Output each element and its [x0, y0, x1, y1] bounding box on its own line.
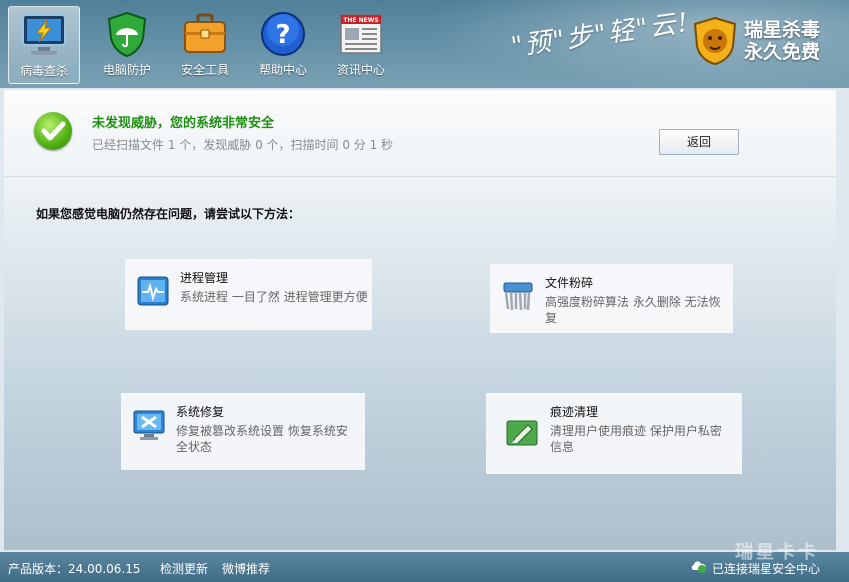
nav-item-security-tools[interactable]: 安全工具 [166, 6, 244, 82]
version-label: 产品版本：24.00.06.15 [8, 562, 141, 576]
tool-file-shredder[interactable]: 文件粉碎 高强度粉碎算法 永久删除 无法恢复 [490, 264, 733, 333]
tool-name: 痕迹清理 [550, 405, 599, 419]
scan-summary: 已经扫描文件 1 个，发现威胁 0 个，扫描时间 0 分 1 秒 [92, 138, 394, 152]
toolbox-icon [181, 10, 229, 58]
brand-logo: 瑞星杀毒 永久免费 [692, 16, 820, 66]
help-question-icon: ? [259, 10, 307, 58]
back-button[interactable]: 返回 [659, 129, 739, 155]
tool-name: 系统修复 [176, 405, 225, 419]
watermark-text: 瑞星卡卡 [735, 542, 819, 563]
nav-label: 资讯中心 [336, 63, 385, 77]
shield-umbrella-icon [103, 10, 151, 58]
brand-line2: 永久免费 [744, 41, 821, 63]
nav-item-news-center[interactable]: THE NEWS 资讯中心 [322, 6, 400, 82]
tool-description: 修复被篡改系统设置 恢复系统安全状态 [176, 424, 348, 454]
trace-cleaner-icon [506, 417, 538, 449]
status-footer: 产品版本：24.00.06.15 检测更新 微博推荐 已连接瑞星安全中心 瑞星卡… [0, 542, 849, 582]
check-icon [34, 112, 72, 150]
tool-description: 清理用户使用痕迹 保护用户私密信息 [550, 424, 722, 454]
news-badge-text: THE NEWS [343, 17, 378, 24]
nav-label: 安全工具 [180, 63, 229, 77]
suggestion-area: 如果您感觉电脑仍然存在问题，请尝试以下方法： 进程管理 系统进程 一目了然 进程… [4, 177, 836, 550]
tool-name: 文件粉碎 [545, 276, 594, 290]
tool-system-repair[interactable]: 系统修复 修复被篡改系统设置 恢复系统安全状态 [121, 393, 365, 470]
system-repair-icon [133, 409, 165, 441]
main-nav: 病毒查杀 电脑防护 安全工具 ? 帮助中心 THE NEWS 资讯中心 [8, 6, 400, 84]
tool-process-manager[interactable]: 进程管理 系统进程 一目了然 进程管理更方便 [125, 259, 372, 330]
brand-line1: 瑞星杀毒 [744, 19, 821, 41]
nav-label: 帮助中心 [258, 63, 307, 77]
tool-trace-cleaner[interactable]: 痕迹清理 清理用户使用痕迹 保护用户私密信息 [486, 393, 742, 474]
scan-result-title: 未发现威胁，您的系统非常安全 [92, 116, 275, 131]
virus-scan-monitor-icon [20, 11, 68, 59]
tool-name: 进程管理 [180, 271, 229, 285]
nav-label: 电脑防护 [102, 63, 151, 77]
nav-item-help-center[interactable]: ? 帮助中心 [244, 6, 322, 82]
check-update-link[interactable]: 检测更新 [160, 560, 208, 577]
weibo-recommend-link[interactable]: 微博推荐 [222, 560, 270, 577]
nav-label: 病毒查杀 [19, 64, 68, 78]
svg-text:?: ? [275, 20, 290, 50]
tool-description: 系统进程 一目了然 进程管理更方便 [180, 290, 368, 304]
nav-item-protection[interactable]: 电脑防护 [88, 6, 166, 82]
suggestion-prompt: 如果您感觉电脑仍然存在问题，请尝试以下方法： [36, 207, 301, 221]
newspaper-icon: THE NEWS [337, 10, 385, 58]
scan-result-panel: 未发现威胁，您的系统非常安全 已经扫描文件 1 个，发现威胁 0 个，扫描时间 … [4, 90, 836, 177]
process-monitor-icon [137, 275, 169, 307]
tool-description: 高强度粉碎算法 永久删除 无法恢复 [545, 295, 721, 325]
nav-item-virus-scan[interactable]: 病毒查杀 [8, 6, 80, 84]
cloud-status-icon [690, 558, 708, 577]
lion-shield-icon [693, 16, 737, 66]
file-shredder-icon [502, 280, 534, 312]
top-toolbar: 病毒查杀 电脑防护 安全工具 ? 帮助中心 THE NEWS 资讯中心 "预"步… [0, 0, 849, 88]
